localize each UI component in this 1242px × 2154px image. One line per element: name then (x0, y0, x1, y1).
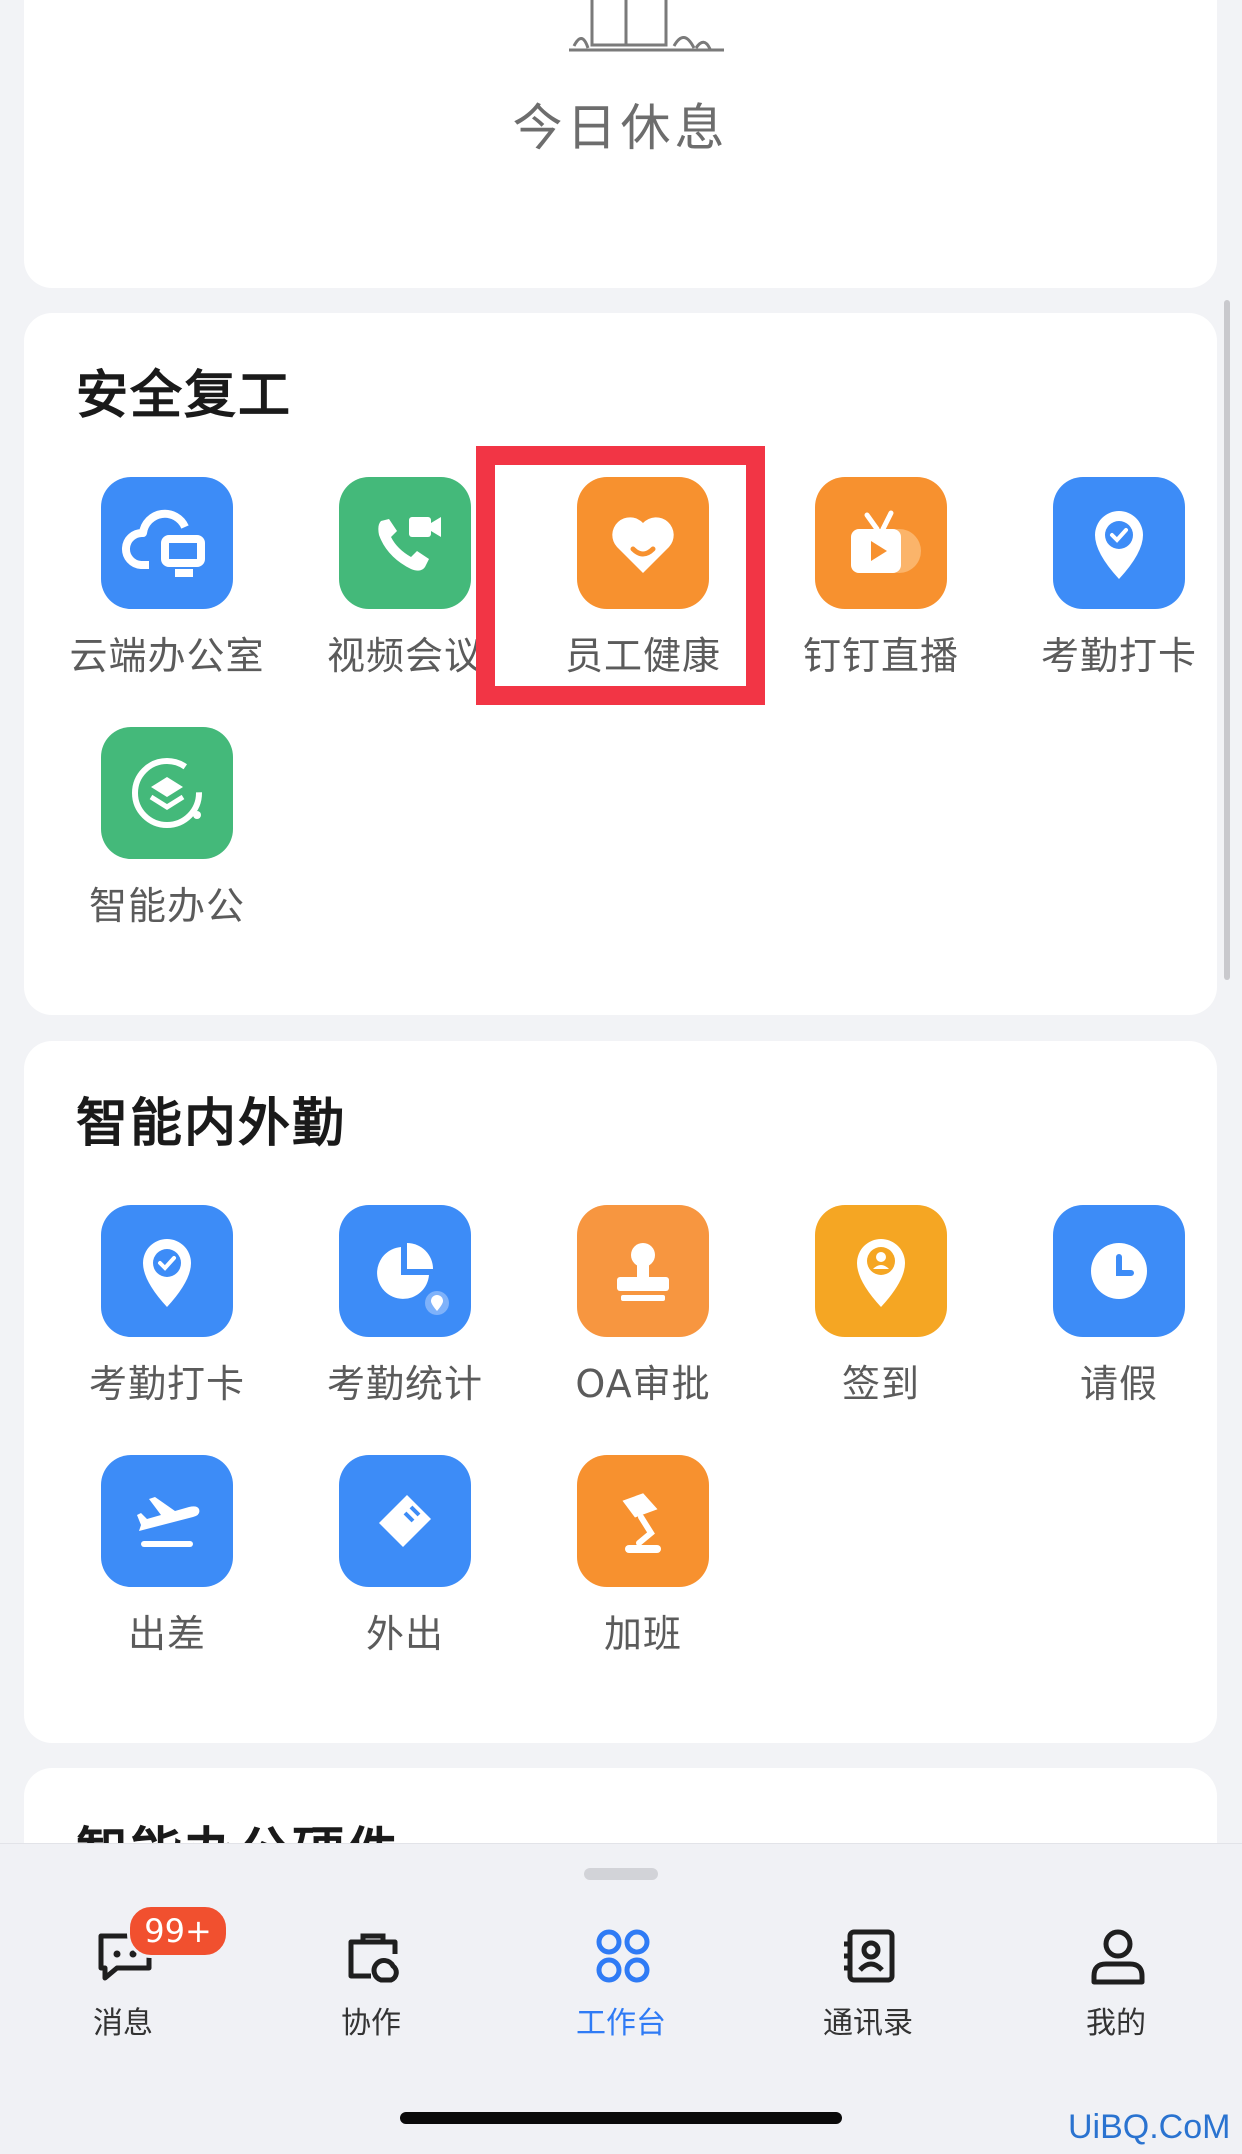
tag-icon (339, 1455, 471, 1587)
app-label: 钉钉直播 (802, 634, 959, 678)
app-oa-approval[interactable]: OA审批 (524, 1205, 762, 1435)
app-attendance-punch[interactable]: 考勤打卡 (48, 1205, 286, 1435)
app-label: 出差 (127, 1612, 206, 1656)
unread-badge: 99+ (127, 1904, 229, 1958)
video-call-icon (339, 477, 471, 609)
tab-label: 我的 (1086, 2006, 1146, 2041)
app-label: 云端办公室 (69, 634, 265, 678)
tab-collaborate[interactable]: 协作 (271, 1924, 471, 2054)
app-label: 请假 (1079, 1362, 1158, 1406)
tab-label: 协作 (341, 2006, 401, 2041)
app-smart-office[interactable]: 智能办公 (48, 727, 286, 957)
box-illustration-icon (569, 0, 724, 52)
location-check-icon (1053, 477, 1185, 609)
workbench-icon (596, 1929, 650, 1983)
tab-me[interactable]: 我的 (1016, 1924, 1216, 2054)
rest-card: 今日休息 (24, 0, 1217, 288)
home-indicator[interactable] (400, 2112, 842, 2124)
pie-chart-icon (339, 1205, 471, 1337)
collaborate-icon (348, 1933, 399, 1983)
app-go-out[interactable]: 外出 (286, 1455, 524, 1685)
tab-label: 工作台 (576, 2006, 666, 2041)
tab-messages[interactable]: 消息 99+ (23, 1904, 229, 2054)
app-label: 外出 (365, 1612, 444, 1656)
location-check-icon (101, 1205, 233, 1337)
app-check-in[interactable]: 签到 (762, 1205, 1000, 1435)
app-overtime[interactable]: 加班 (524, 1455, 762, 1685)
app-label: 智能办公 (88, 884, 245, 928)
stamp-icon (577, 1205, 709, 1337)
desk-lamp-icon (577, 1455, 709, 1587)
app-label: 签到 (841, 1362, 920, 1406)
app-label: 考勤统计 (326, 1362, 483, 1406)
smart-layers-icon (101, 727, 233, 859)
cloud-computer-icon (101, 477, 233, 609)
app-business-trip[interactable]: 出差 (48, 1455, 286, 1685)
drag-handle[interactable] (584, 1868, 658, 1880)
airplane-icon (101, 1455, 233, 1587)
app-label: OA审批 (575, 1362, 711, 1406)
location-person-icon (815, 1205, 947, 1337)
rest-status: 今日休息 (512, 99, 729, 157)
contacts-icon (844, 1929, 895, 1983)
app-label: 考勤打卡 (1040, 634, 1197, 678)
tab-workbench[interactable]: 工作台 (521, 1924, 721, 2054)
app-attendance-stats[interactable]: 考勤统计 (286, 1205, 524, 1435)
app-leave[interactable]: 请假 (1000, 1205, 1238, 1435)
app-label: 加班 (603, 1612, 682, 1656)
section-title: 安全复工 (76, 366, 293, 426)
app-dingtalk-live[interactable]: 钉钉直播 (762, 477, 1000, 707)
tab-label: 通讯录 (823, 2006, 913, 2041)
clock-icon (1053, 1205, 1185, 1337)
tab-label: 消息 (93, 2006, 153, 2041)
app-cloud-office[interactable]: 云端办公室 (48, 477, 286, 707)
scrollbar[interactable] (1224, 300, 1230, 980)
profile-icon (1091, 1929, 1145, 1985)
live-tv-icon (815, 477, 947, 609)
section-title: 智能内外勤 (76, 1094, 347, 1154)
tab-contacts[interactable]: 通讯录 (768, 1924, 968, 2054)
bottom-tab-bar: 消息 99+ 协作 工作台 通讯录 我的 (0, 1843, 1242, 2154)
highlight-box (476, 446, 765, 705)
field-attendance-section: 智能内外勤 考勤打卡 考勤统计 OA审批 签到 请假 出差 外出 加班 (24, 1041, 1217, 1743)
app-attendance-punch[interactable]: 考勤打卡 (1000, 477, 1238, 707)
watermark: UiBQ.CoM (1068, 2108, 1231, 2146)
app-label: 考勤打卡 (88, 1362, 245, 1406)
